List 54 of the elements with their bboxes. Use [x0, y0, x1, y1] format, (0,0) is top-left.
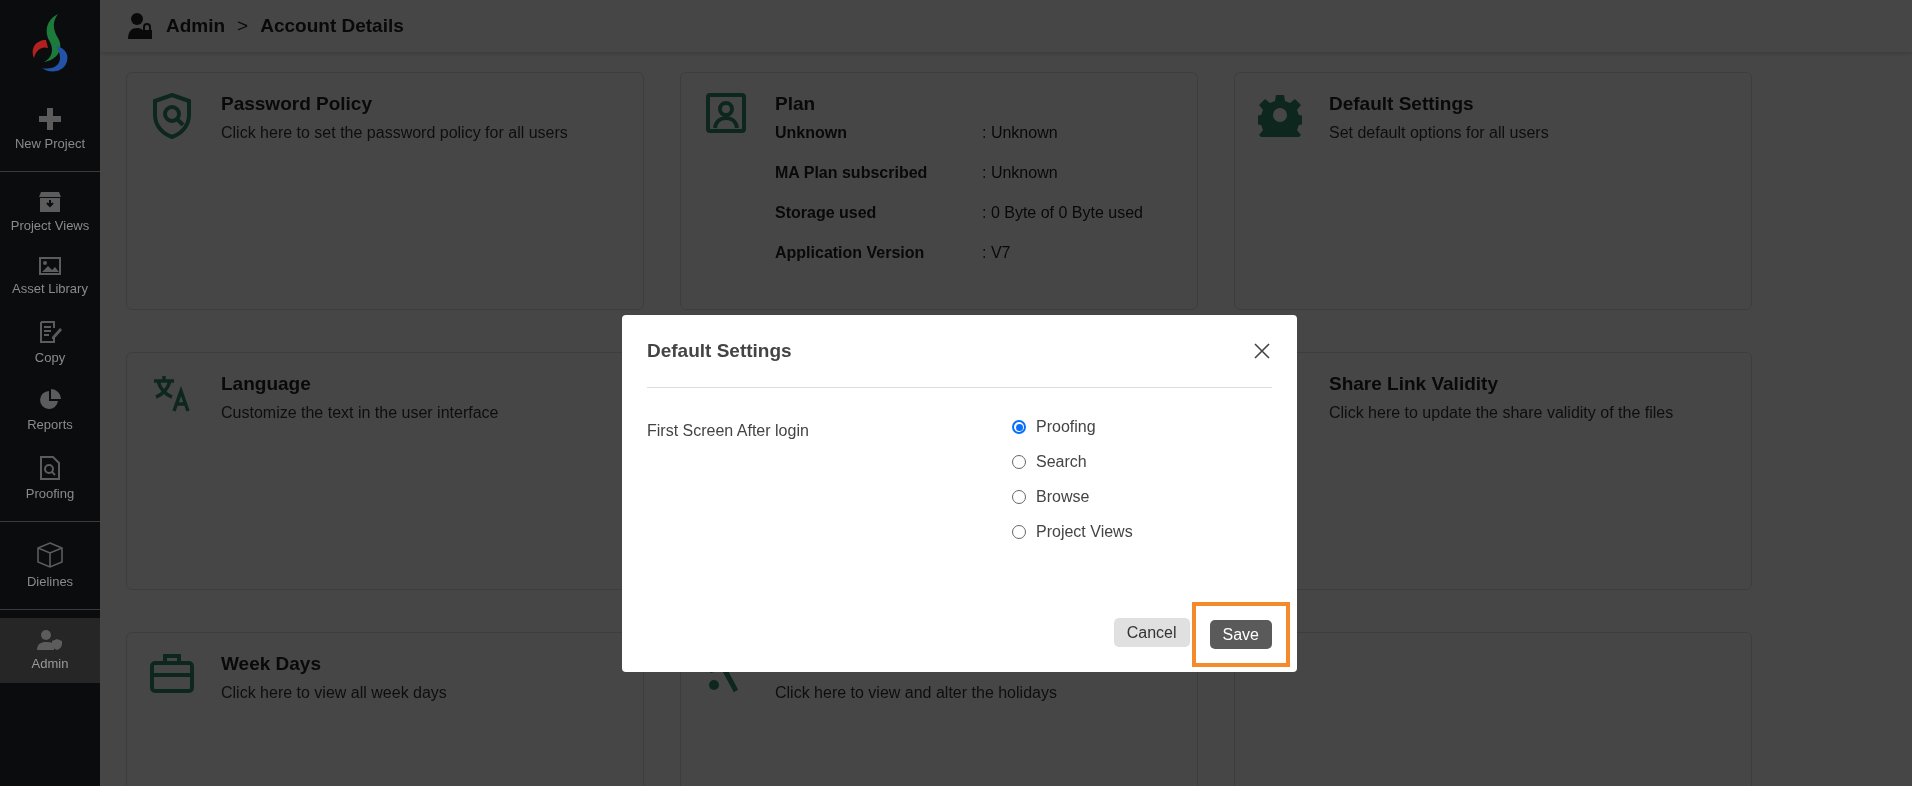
card-title: Share Link Validity — [1329, 373, 1499, 395]
detail-value: : Unknown — [982, 164, 1059, 182]
detail-value: : Unknown — [982, 124, 1059, 142]
card-description: Set default options for all users — [1329, 124, 1549, 142]
detail-value: : V7 — [982, 244, 1012, 262]
close-icon[interactable] — [1252, 341, 1272, 361]
sidebar-item[interactable]: Admin — [0, 618, 100, 683]
card-description: Click here to view all week days — [221, 684, 447, 702]
card-description: Click here to update the share validity of the files — [1329, 404, 1674, 422]
document-search-icon — [40, 456, 60, 480]
sidebar-item[interactable]: Dielines — [0, 530, 100, 601]
detail-value: : 0 Byte of 0 Byte used — [982, 204, 1143, 222]
radio-button[interactable] — [1012, 420, 1026, 434]
page-title: Account Details — [260, 15, 404, 37]
option-label[interactable]: Browse — [1036, 488, 1090, 506]
sidebar-item[interactable]: Proofing — [0, 444, 100, 513]
card-title: Default Settings — [1329, 93, 1475, 115]
detail-label: Storage used — [775, 204, 878, 222]
user-portrait-icon — [706, 93, 746, 133]
card-title: Plan — [775, 93, 817, 115]
option-label[interactable]: Project Views — [1036, 523, 1133, 541]
sidebar-item[interactable]: Reports — [0, 377, 100, 444]
user-lock-icon — [128, 13, 152, 39]
dialog-title: Default Settings — [647, 340, 792, 362]
detail-label: Application Version — [775, 244, 926, 262]
breadcrumb-separator: > — [237, 15, 249, 37]
shield-search-icon — [152, 93, 192, 139]
card-title: Password Policy — [221, 93, 373, 115]
pie-chart-icon — [39, 389, 61, 411]
image-icon — [39, 257, 61, 275]
sidebar-item[interactable]: Project Views — [0, 180, 100, 245]
option-label[interactable]: Search — [1036, 453, 1087, 471]
card-title: Week Days — [221, 653, 322, 675]
box-icon — [37, 542, 63, 568]
card-description: Click here to view and alter the holidays — [775, 684, 1057, 702]
user-shield-icon — [37, 630, 63, 650]
card-title: Language — [221, 373, 312, 395]
sidebar-item[interactable]: Copy — [0, 308, 100, 377]
detail-label: MA Plan subscribed — [775, 164, 929, 182]
plus-icon — [39, 108, 61, 130]
card-description: Click here to set the password policy for all users — [221, 124, 568, 142]
option-label[interactable]: Proofing — [1036, 418, 1096, 436]
card-description: Customize the text in the user interface — [221, 404, 499, 422]
sidebar-item[interactable]: Asset Library — [0, 245, 100, 308]
sidebar-item[interactable]: New Project — [0, 96, 100, 163]
detail-label: Unknown — [775, 124, 848, 142]
save-button[interactable]: Save — [1209, 620, 1272, 649]
settings-icon — [1258, 93, 1302, 137]
field-label: First Screen After login — [647, 421, 810, 441]
briefcase-icon — [150, 653, 194, 693]
cancel-button[interactable]: Cancel — [1113, 618, 1190, 647]
translate-icon — [152, 373, 192, 413]
document-edit-icon — [38, 320, 62, 344]
archive-icon — [39, 192, 61, 212]
